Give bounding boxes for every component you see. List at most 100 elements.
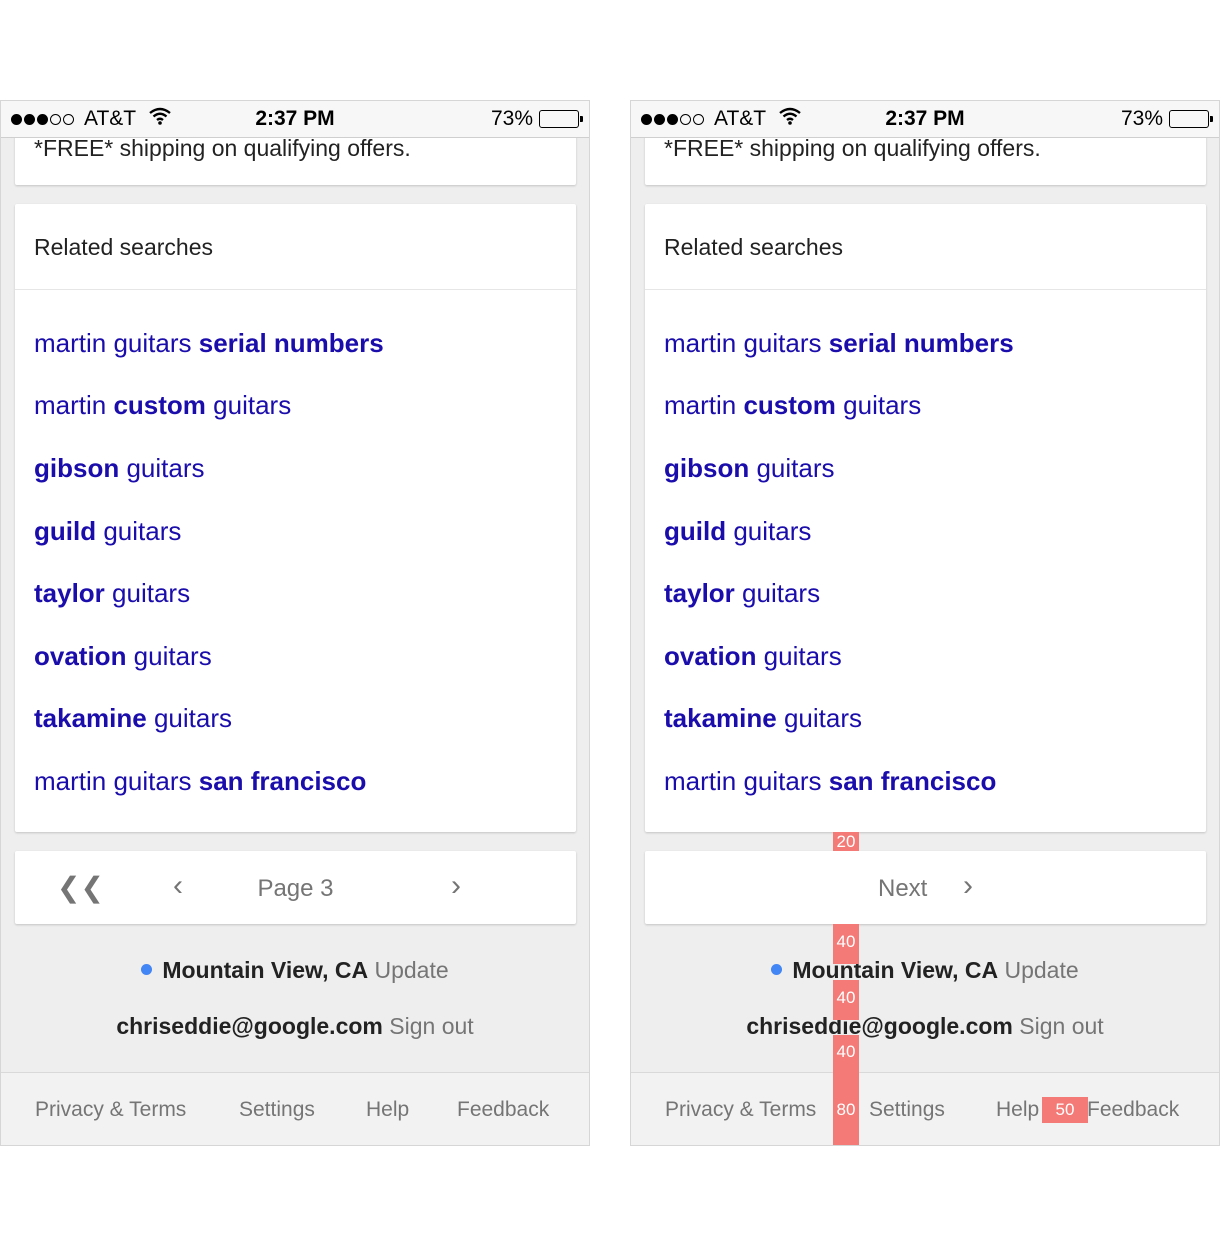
location-dot-icon xyxy=(771,964,783,975)
spacing-annotation-80: 80 xyxy=(833,1073,859,1145)
related-search-text: guitars xyxy=(126,640,212,671)
location-city: Mountain View, CA xyxy=(162,957,369,983)
chevron-right-icon[interactable]: › xyxy=(963,869,973,903)
location-dot-icon xyxy=(141,964,153,975)
related-search-link[interactable]: takamine guitars xyxy=(15,688,576,751)
footer: Privacy & Terms Settings Help Feedback xyxy=(631,1072,1219,1145)
related-search-text: martin guitars xyxy=(34,327,199,358)
related-search-text: martin xyxy=(34,390,114,421)
pagination-bar: ❮❮ ‹ Page 3 › xyxy=(15,851,576,924)
related-searches-title: Related searches xyxy=(645,204,1206,290)
location-row: Mountain View, CA Update xyxy=(1,957,589,984)
update-location-link[interactable]: Update xyxy=(374,957,448,983)
related-search-bold-text: san francisco xyxy=(828,765,997,796)
related-search-text: guitars xyxy=(835,390,922,421)
footer: Privacy & Terms Settings Help Feedback xyxy=(1,1072,589,1145)
related-search-bold-text: serial numbers xyxy=(198,327,384,358)
related-search-link[interactable]: taylor guitars xyxy=(15,562,576,625)
footer-link-feedback[interactable]: Feedback xyxy=(1087,1098,1179,1122)
page-indicator: Page 3 xyxy=(257,875,334,902)
related-search-bold-text: ovation xyxy=(664,640,757,671)
sign-out-link[interactable]: Sign out xyxy=(389,1013,473,1039)
related-search-link[interactable]: ovation guitars xyxy=(645,625,1206,688)
related-search-bold-text: san francisco xyxy=(198,765,367,796)
battery-icon xyxy=(539,110,583,128)
update-location-link[interactable]: Update xyxy=(1004,957,1078,983)
account-row: chriseddie@google.com Sign out xyxy=(1,1013,589,1040)
related-search-text: guitars xyxy=(146,703,232,734)
related-search-text: martin xyxy=(664,390,744,421)
spacing-annotation-20: 20 xyxy=(833,832,859,851)
related-search-link[interactable]: martin custom guitars xyxy=(15,375,576,438)
related-search-link[interactable]: martin guitars serial numbers xyxy=(15,312,576,375)
related-searches-list: martin guitars serial numbers martin cust… xyxy=(645,290,1206,813)
related-search-link[interactable]: ovation guitars xyxy=(15,625,576,688)
related-searches-card: Related searches martin guitars serial n… xyxy=(15,204,576,832)
result-snippet: *FREE* shipping on qualifying offers. xyxy=(34,135,411,161)
related-search-link[interactable]: guild guitars xyxy=(645,500,1206,563)
spacing-annotation-40: 40 xyxy=(833,924,859,964)
footer-link-privacy-terms[interactable]: Privacy & Terms xyxy=(665,1098,816,1122)
related-searches-card: Related searches martin guitars serial n… xyxy=(645,204,1206,832)
location-city: Mountain View, CA xyxy=(792,957,999,983)
battery-percent: 73% xyxy=(490,107,533,130)
account-email: chriseddie@google.com xyxy=(116,1013,383,1039)
related-search-bold-text: ovation xyxy=(34,640,127,671)
related-search-link[interactable]: martin guitars san francisco xyxy=(645,750,1206,813)
related-search-link[interactable]: martin guitars serial numbers xyxy=(645,312,1206,375)
related-search-text: guitars xyxy=(749,452,835,483)
related-search-text: martin guitars xyxy=(664,765,829,796)
status-bar: AT&T 2:37 PM 73% xyxy=(1,101,589,138)
related-search-text: guitars xyxy=(205,390,292,421)
pagination-bar: Next › xyxy=(645,851,1206,924)
spacing-annotation-40: 40 xyxy=(833,1035,859,1073)
battery-percent: 73% xyxy=(1120,107,1163,130)
account-email: chriseddie@google.com xyxy=(746,1013,1013,1039)
related-search-bold-text: serial numbers xyxy=(828,327,1014,358)
related-search-bold-text: takamine xyxy=(664,703,777,734)
phone-screen-after: AT&T 2:37 PM 73% *FREE* shipping on qual… xyxy=(630,100,1220,1146)
related-search-text: guitars xyxy=(104,578,191,609)
location-row: Mountain View, CA Update xyxy=(631,957,1219,984)
footer-link-help[interactable]: Help xyxy=(996,1098,1039,1122)
related-search-text: guitars xyxy=(119,452,205,483)
related-search-bold-text: gibson xyxy=(34,452,120,483)
account-row: chriseddie@google.com Sign out xyxy=(631,1013,1219,1040)
related-search-link[interactable]: gibson guitars xyxy=(645,437,1206,500)
sign-out-link[interactable]: Sign out xyxy=(1019,1013,1103,1039)
related-search-bold-text: custom xyxy=(113,390,206,421)
spacing-annotation-50: 50 xyxy=(1042,1097,1088,1123)
footer-link-privacy-terms[interactable]: Privacy & Terms xyxy=(35,1098,186,1122)
result-snippet: *FREE* shipping on qualifying offers. xyxy=(664,135,1041,161)
footer-link-help[interactable]: Help xyxy=(366,1098,409,1122)
related-searches-list: martin guitars serial numbers martin cust… xyxy=(15,290,576,813)
related-search-text: martin guitars xyxy=(34,765,199,796)
related-search-link[interactable]: takamine guitars xyxy=(645,688,1206,751)
related-search-link[interactable]: guild guitars xyxy=(15,500,576,563)
status-bar: AT&T 2:37 PM 73% xyxy=(631,101,1219,138)
spacing-annotation-40: 40 xyxy=(833,980,859,1020)
related-search-bold-text: gibson xyxy=(664,452,750,483)
footer-link-settings[interactable]: Settings xyxy=(869,1098,945,1122)
related-search-link[interactable]: martin custom guitars xyxy=(645,375,1206,438)
footer-link-feedback[interactable]: Feedback xyxy=(457,1098,549,1122)
battery-icon xyxy=(1169,110,1213,128)
next-page-button[interactable]: Next xyxy=(878,875,927,903)
related-search-text: martin guitars xyxy=(664,327,829,358)
related-search-bold-text: guild xyxy=(664,515,727,546)
footer-link-settings[interactable]: Settings xyxy=(239,1098,315,1122)
related-search-bold-text: guild xyxy=(34,515,97,546)
related-search-link[interactable]: taylor guitars xyxy=(645,562,1206,625)
related-search-link[interactable]: gibson guitars xyxy=(15,437,576,500)
chevron-right-icon[interactable]: › xyxy=(451,869,461,903)
related-search-bold-text: taylor xyxy=(34,578,105,609)
related-search-text: guitars xyxy=(734,578,821,609)
related-search-bold-text: taylor xyxy=(664,578,735,609)
related-search-text: guitars xyxy=(776,703,862,734)
related-search-text: guitars xyxy=(96,515,182,546)
related-search-link[interactable]: martin guitars san francisco xyxy=(15,750,576,813)
related-search-bold-text: custom xyxy=(743,390,836,421)
related-searches-title: Related searches xyxy=(15,204,576,290)
phone-screen-before: AT&T 2:37 PM 73% *FREE* shipping on qual… xyxy=(0,100,590,1146)
related-search-text: guitars xyxy=(756,640,842,671)
